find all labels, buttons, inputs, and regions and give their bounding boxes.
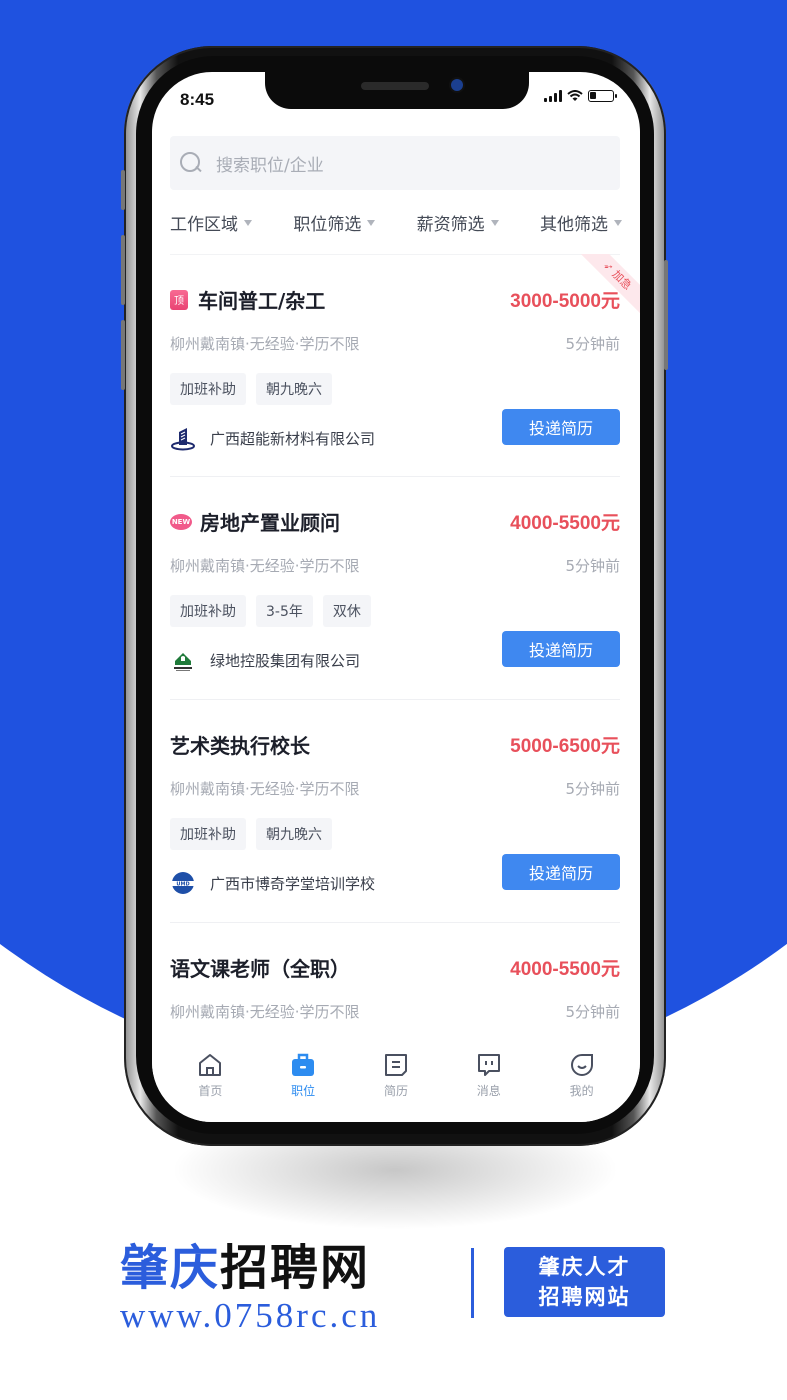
tab-profile[interactable]: 我的 — [552, 1040, 612, 1122]
filter-label: 工作区域 — [170, 215, 238, 235]
job-title[interactable]: 房地产置业顾问 — [200, 507, 340, 536]
job-time: 5分钟前 — [565, 335, 620, 353]
tab-label: 首页 — [198, 1084, 223, 1098]
job-title[interactable]: 艺术类执行校长 — [170, 730, 310, 759]
job-tag: 加班补助 — [170, 818, 246, 850]
job-title[interactable]: 车间普工/杂工 — [198, 285, 325, 314]
brand-badge-line1: 肇庆人才 — [538, 1255, 631, 1279]
job-tag: 加班补助 — [170, 373, 246, 405]
brand-badge: 肇庆人才 招聘网站 — [504, 1247, 665, 1317]
tab-messages[interactable]: 消息 — [459, 1040, 519, 1122]
filter-label: 其他筛选 — [539, 215, 608, 235]
filter-bar: 工作区域 职位筛选 薪资筛选 其他筛选 — [170, 210, 622, 235]
home-icon — [199, 1054, 222, 1076]
company-name[interactable]: 绿地控股集团有限公司 — [210, 650, 360, 671]
camera-icon — [451, 79, 463, 91]
speaker — [361, 82, 429, 90]
job-card[interactable]: ➶ 加急 顶 车间普工/杂工 3000-5000元 柳州戴南镇·无经验·学历不限… — [170, 254, 640, 477]
job-tags: 加班补助 朝九晚六 — [170, 818, 332, 850]
notch — [265, 72, 529, 109]
tab-label: 简历 — [383, 1084, 408, 1098]
profile-icon — [570, 1054, 593, 1076]
job-meta: 柳州戴南镇·无经验·学历不限 — [170, 557, 360, 575]
tab-jobs[interactable]: 职位 — [273, 1040, 333, 1122]
job-tag: 双休 — [322, 595, 371, 627]
job-tag: 朝九晚六 — [256, 818, 332, 850]
brand-divider — [471, 1248, 474, 1318]
caret-down-icon — [244, 219, 252, 226]
phone-volume-up — [121, 235, 125, 305]
top-badge-icon: 顶 — [170, 289, 188, 310]
app-screen: 8:45 搜索职位/企业 工作区域 职位筛选 薪资筛选 其他筛选 ➶ 加急 顶 — [152, 72, 640, 1122]
bottom-tab-bar: 首页 职位 简历 消息 我的 — [152, 1040, 640, 1122]
company-name[interactable]: 广西市博奇学堂培训学校 — [210, 873, 375, 894]
filter-salary[interactable]: 薪资筛选 — [417, 210, 499, 235]
brand-badge-line2: 招聘网站 — [538, 1285, 631, 1309]
phone-volume-down — [121, 320, 125, 390]
filter-position[interactable]: 职位筛选 — [293, 210, 376, 235]
apply-button[interactable]: 投递简历 — [502, 631, 620, 667]
tab-label: 职位 — [291, 1084, 316, 1098]
search-icon — [180, 152, 202, 174]
job-tags: 加班补助 3-5年 双休 — [170, 595, 371, 627]
caret-down-icon — [367, 219, 376, 226]
apply-button[interactable]: 投递简历 — [502, 854, 620, 890]
job-card[interactable]: NEW 房地产置业顾问 4000-5500元 柳州戴南镇·无经验·学历不限 5分… — [170, 477, 620, 700]
job-meta: 柳州戴南镇·无经验·学历不限 — [170, 335, 360, 353]
phone-mute-switch — [121, 170, 125, 210]
company-logo-building-icon — [170, 425, 196, 451]
job-salary: 5000-6500元 — [510, 736, 620, 757]
caret-down-icon — [613, 219, 622, 226]
wifi-icon — [567, 90, 583, 101]
job-time: 5分钟前 — [565, 1003, 620, 1021]
job-list: ➶ 加急 顶 车间普工/杂工 3000-5000元 柳州戴南镇·无经验·学历不限… — [152, 254, 640, 1122]
job-title[interactable]: 语文课老师（全职） — [170, 953, 350, 982]
battery-icon — [588, 90, 617, 102]
job-meta: 柳州戴南镇·无经验·学历不限 — [170, 1003, 360, 1021]
job-meta: 柳州戴南镇·无经验·学历不限 — [170, 780, 360, 798]
job-time: 5分钟前 — [565, 780, 620, 798]
tab-home[interactable]: 首页 — [180, 1040, 240, 1122]
filter-label: 职位筛选 — [293, 215, 362, 235]
job-tags: 加班补助 朝九晚六 — [170, 373, 332, 405]
tab-label: 我的 — [569, 1084, 594, 1098]
job-tag: 3-5年 — [256, 595, 313, 627]
status-time: 8:45 — [180, 90, 215, 109]
brand-url[interactable]: www.0758rc.cn — [120, 1296, 380, 1336]
search-input[interactable]: 搜索职位/企业 — [170, 136, 620, 190]
job-salary: 4000-5500元 — [510, 513, 620, 534]
job-salary: 4000-5500元 — [510, 959, 620, 980]
job-card[interactable]: 艺术类执行校长 5000-6500元 柳州戴南镇·无经验·学历不限 5分钟前 加… — [170, 700, 620, 923]
svg-text:UMD: UMD — [176, 882, 189, 888]
job-tag: 朝九晚六 — [256, 373, 332, 405]
job-salary: 3000-5000元 — [510, 291, 620, 312]
signal-icon — [544, 90, 562, 102]
phone-power-button — [664, 260, 668, 370]
filter-label: 薪资筛选 — [416, 215, 485, 235]
message-icon — [477, 1054, 500, 1076]
brand-title-blue: 肇庆 — [120, 1240, 221, 1296]
tab-label: 消息 — [476, 1084, 501, 1098]
tab-resume[interactable]: 简历 — [366, 1040, 426, 1122]
company-logo-umd-icon: UMD — [170, 870, 196, 896]
company-name[interactable]: 广西超能新材料有限公司 — [210, 428, 375, 449]
filter-other[interactable]: 其他筛选 — [540, 210, 622, 235]
filter-work-area[interactable]: 工作区域 — [170, 210, 252, 235]
search-placeholder: 搜索职位/企业 — [216, 155, 324, 176]
job-time: 5分钟前 — [565, 557, 620, 575]
brand-title-black: 招聘网 — [220, 1240, 371, 1296]
brand-block: 肇庆招聘网 www.0758rc.cn — [120, 1240, 380, 1336]
new-badge-icon: NEW — [170, 513, 192, 530]
apply-button[interactable]: 投递简历 — [502, 409, 620, 445]
company-logo-greenland-icon — [170, 647, 196, 673]
status-icons — [544, 90, 617, 102]
brand-title: 肇庆招聘网 — [120, 1240, 380, 1296]
job-tag: 加班补助 — [170, 595, 246, 627]
briefcase-icon — [292, 1053, 315, 1076]
caret-down-icon — [490, 219, 499, 226]
resume-icon — [384, 1054, 407, 1076]
